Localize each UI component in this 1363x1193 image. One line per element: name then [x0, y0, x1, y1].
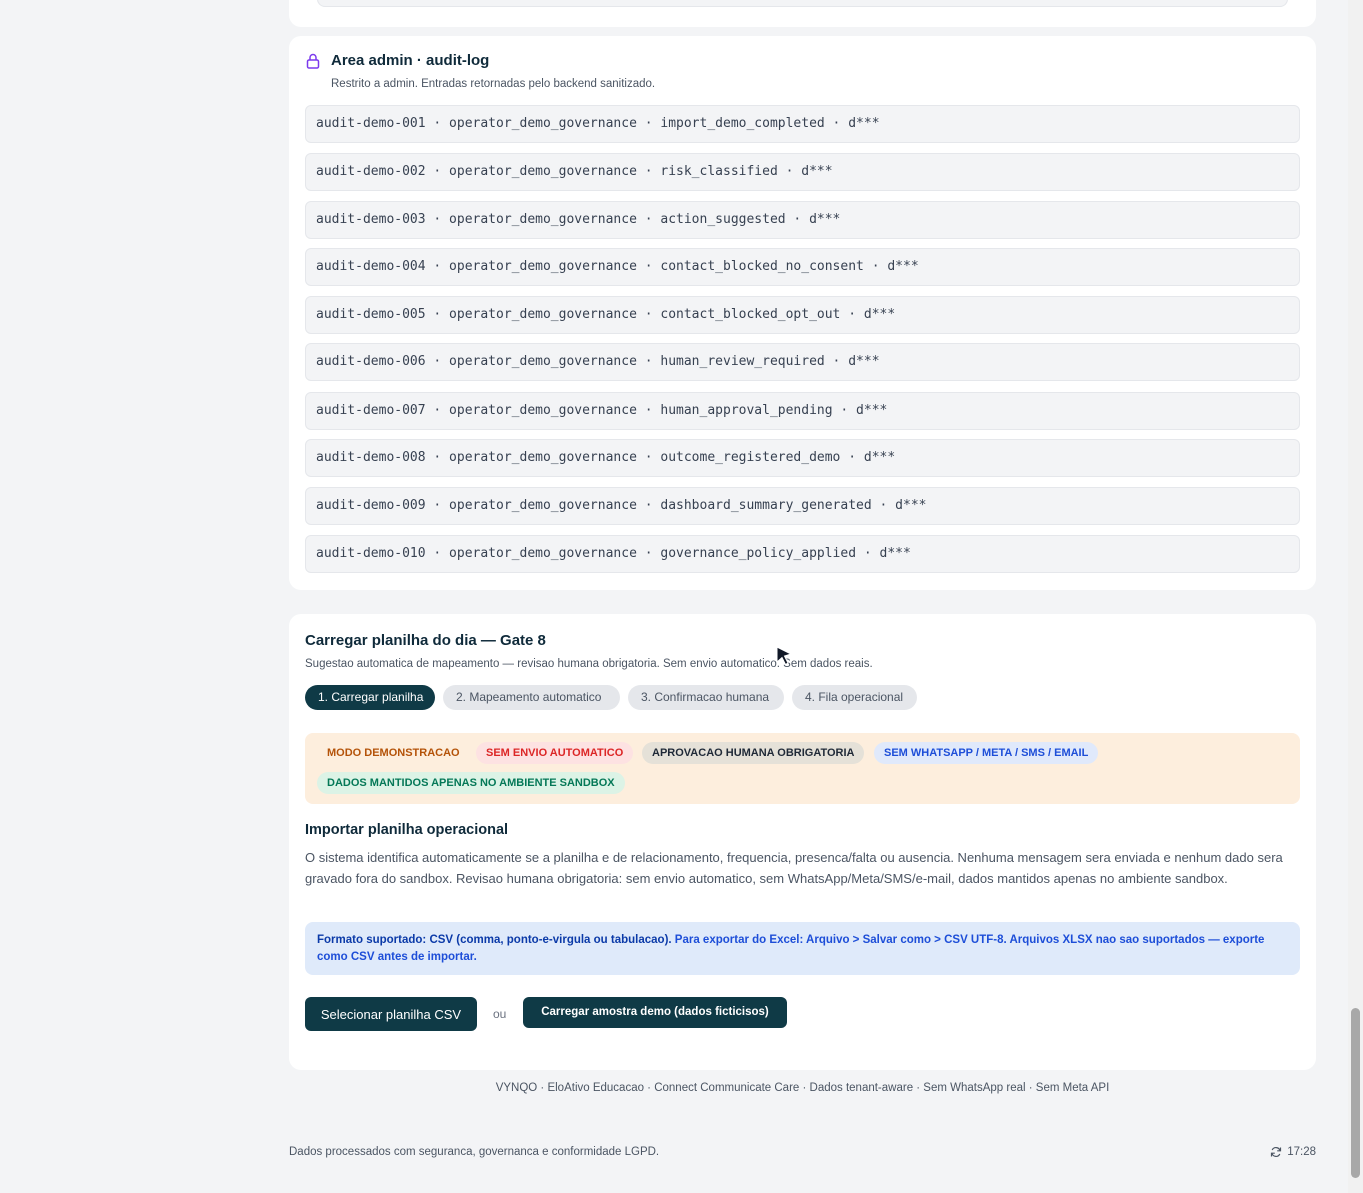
- step-confirmacao-humana[interactable]: 3. Confirmacao humana: [628, 685, 784, 710]
- audit-entry: audit-demo-003 · operator_demo_governanc…: [305, 201, 1300, 239]
- import-title: Importar planilha operacional: [305, 822, 509, 838]
- previous-card: [289, 0, 1316, 27]
- audit-entry: audit-demo-004 · operator_demo_governanc…: [305, 248, 1300, 286]
- select-csv-button[interactable]: Selecionar planilha CSV: [305, 997, 477, 1031]
- previous-card-content: [317, 0, 1288, 7]
- step-carregar-planilha[interactable]: 1. Carregar planilha: [305, 685, 435, 710]
- badge-sem-whatsapp: SEM WHATSAPP / META / SMS / EMAIL: [874, 742, 1099, 764]
- refresh-icon: [1271, 1146, 1282, 1158]
- badge-aprovacao-humana: APROVACAO HUMANA OBRIGATORIA: [642, 742, 865, 764]
- footer-links: VYNQO · EloAtivo Educacao · Connect Comm…: [495, 1082, 1110, 1094]
- badge-modo-demonstracao: MODO DEMONSTRACAO: [327, 747, 460, 759]
- badge-sem-envio: SEM ENVIO AUTOMATICO: [476, 742, 634, 764]
- audit-entry: audit-demo-008 · operator_demo_governanc…: [305, 439, 1300, 477]
- audit-entry: audit-demo-007 · operator_demo_governanc…: [305, 392, 1300, 430]
- clock-time: 17:28: [1287, 1146, 1316, 1158]
- step-mapeamento-automatico[interactable]: 2. Mapeamento automatico: [443, 685, 620, 710]
- audit-entry: audit-demo-010 · operator_demo_governanc…: [305, 535, 1300, 573]
- audit-subtitle: Restrito a admin. Entradas retornadas pe…: [331, 78, 656, 90]
- load-demo-button[interactable]: Carregar amostra demo (dados ficticisos): [523, 997, 787, 1028]
- audit-entry: audit-demo-002 · operator_demo_governanc…: [305, 153, 1300, 191]
- scrollbar[interactable]: [1348, 0, 1363, 1193]
- audit-entry: audit-demo-005 · operator_demo_governanc…: [305, 296, 1300, 334]
- upload-title: Carregar planilha do dia — Gate 8: [305, 632, 546, 649]
- sync-clock[interactable]: 17:28: [1270, 1146, 1316, 1158]
- import-description: O sistema identifica automaticamente se …: [305, 850, 1283, 886]
- mouse-cursor-icon: [776, 646, 793, 666]
- audit-title: Area admin · audit-log: [331, 52, 490, 69]
- audit-entry: audit-demo-001 · operator_demo_governanc…: [305, 105, 1300, 143]
- format-info-box: Formato suportado: CSV (comma, ponto-e-v…: [305, 922, 1300, 975]
- format-strong: Formato suportado: CSV (comma, ponto-e-v…: [317, 934, 672, 946]
- lock-icon: [306, 53, 320, 69]
- lgpd-note: Dados processados com seguranca, governa…: [289, 1146, 660, 1158]
- upload-card: Carregar planilha do dia — Gate 8 Sugest…: [289, 614, 1316, 1070]
- audit-entry: audit-demo-009 · operator_demo_governanc…: [305, 487, 1300, 525]
- step-fila-operacional[interactable]: 4. Fila operacional: [792, 685, 917, 710]
- notice-box: MODO DEMONSTRACAO SEM ENVIO AUTOMATICO A…: [305, 733, 1300, 804]
- audit-entry: audit-demo-006 · operator_demo_governanc…: [305, 343, 1300, 381]
- scrollbar-thumb[interactable]: [1351, 1008, 1360, 1178]
- audit-log-card: Area admin · audit-log Restrito a admin.…: [289, 36, 1316, 590]
- or-label: ou: [493, 1007, 507, 1021]
- badge-dados-sandbox: DADOS MANTIDOS APENAS NO AMBIENTE SANDBO…: [317, 772, 625, 794]
